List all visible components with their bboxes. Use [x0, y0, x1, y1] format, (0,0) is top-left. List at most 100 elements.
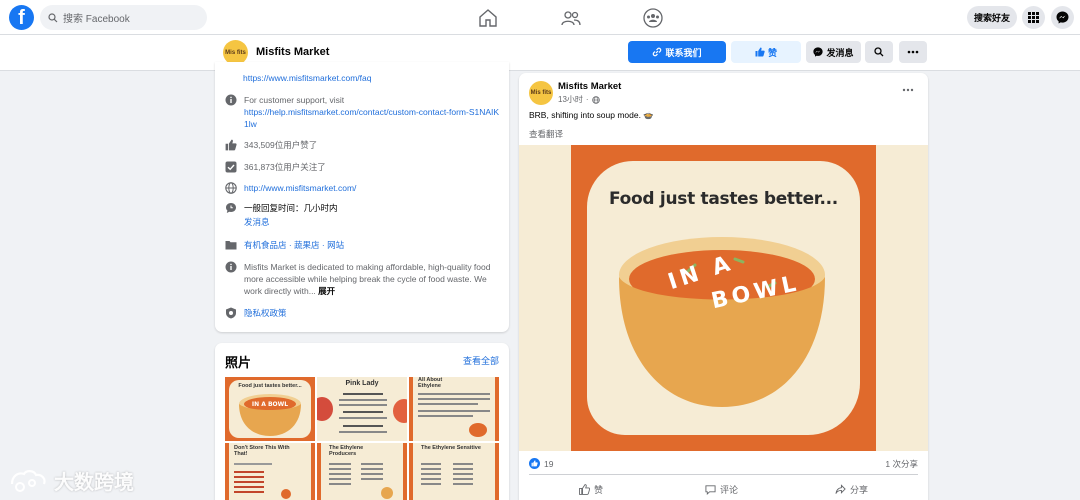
menu-button[interactable] [1022, 6, 1045, 29]
photo-tile[interactable]: All About Ethylene [409, 377, 499, 441]
messenger-icon [813, 47, 824, 57]
shield-icon [226, 307, 236, 319]
thumbs-up-icon [579, 484, 590, 495]
divider [529, 474, 918, 475]
search-input[interactable]: 搜索 Facebook [40, 5, 207, 30]
post-card: Mis fits Misfits Market 13小时 · BRB, shif… [519, 73, 928, 500]
response-time-row: 一般回复时间：几小时内 发消息 [225, 202, 338, 228]
likes-row: 343,509位用户赞了 [225, 139, 317, 151]
photo-tile[interactable]: Don't Store This With That! [225, 443, 315, 500]
post-author-name[interactable]: Misfits Market [558, 81, 621, 92]
see-all-photos-link[interactable]: 查看全部 [463, 354, 499, 367]
globe-icon [225, 182, 237, 194]
watermark-text: 大数跨境 [54, 472, 134, 494]
post-image[interactable]: Food just tastes better... IN A BOWL [519, 145, 928, 451]
photo-tile[interactable]: Food just tastes better... IN A BOWL [225, 377, 315, 441]
photo-tile[interactable]: Pink Lady [317, 377, 407, 441]
search-placeholder: 搜索 Facebook [63, 14, 130, 25]
post-comment-label: 评论 [720, 485, 739, 495]
about-card: https://www.misfitsmarket.com/faq For cu… [215, 62, 509, 332]
link-icon [653, 47, 662, 57]
post-like-button[interactable]: 赞 [579, 483, 603, 496]
thumbs-up-icon [755, 47, 765, 57]
messenger-icon [1056, 11, 1069, 24]
categories-row: 有机食品店 · 蔬果店 · 网站 [225, 239, 344, 251]
chat-clock-icon [226, 203, 236, 213]
page-search-button[interactable] [865, 41, 893, 63]
photo-tile-title: All About Ethylene [418, 377, 443, 389]
photo-tile-title: Food just tastes better... [238, 383, 302, 389]
more-options-button[interactable] [899, 41, 927, 63]
soup-bowl-thumbnail: IN A BOWL [239, 394, 301, 436]
post-like-label: 赞 [594, 485, 604, 495]
follow-check-icon [225, 161, 237, 173]
send-message-label: 发消息 [826, 47, 854, 58]
privacy-link[interactable]: 隐私权政策 [244, 307, 287, 319]
messenger-button[interactable] [1051, 6, 1074, 29]
support-row: For customer support, visit https://help… [225, 94, 501, 130]
page-header-bar: Mis fits Misfits Market 联系我们 赞 发消息 [0, 35, 1080, 71]
contact-us-label: 联系我们 [665, 47, 702, 58]
photo-tile-title: Don't Store This With That! [234, 445, 290, 457]
share-icon [835, 484, 846, 494]
reaction-count: 19 [544, 458, 554, 469]
like-reaction-icon [529, 458, 540, 469]
grid-menu-icon [1028, 12, 1039, 23]
photo-tile[interactable]: The Ethylene Sensitive [409, 443, 499, 500]
send-message-button[interactable]: 发消息 [806, 41, 861, 63]
follows-count: 361,873位用户关注了 [244, 162, 326, 172]
post-comment-button[interactable]: 评论 [705, 483, 738, 496]
image-headline: Food just tastes better... [609, 189, 838, 209]
contact-us-button[interactable]: 联系我们 [628, 41, 726, 63]
photo-tile[interactable]: The Ethylene Producers [317, 443, 407, 500]
post-time[interactable]: 13小时 [558, 94, 583, 105]
image-orange-frame: Food just tastes better... IN A BOWL [571, 145, 876, 451]
soup-bowl-illustration: IN A BOWL [619, 237, 825, 407]
support-text: For customer support, visit [244, 95, 345, 105]
description-row: Misfits Market is dedicated to making af… [225, 261, 501, 297]
post-more-icon[interactable] [902, 88, 914, 92]
find-friends-button[interactable]: 搜索好友 [967, 6, 1017, 29]
faq-row: https://www.misfitsmarket.com/faq [243, 72, 371, 84]
like-page-button[interactable]: 赞 [731, 41, 801, 63]
expand-link[interactable]: 展开 [318, 286, 335, 296]
response-time-text: 一般回复时间：几小时内 [244, 203, 338, 213]
info-icon [225, 94, 237, 106]
post-author-avatar[interactable]: Mis fits [529, 81, 553, 105]
post-meta: 13小时 · [558, 94, 600, 105]
watermark-logo-icon [10, 469, 46, 492]
website-link[interactable]: http://www.misfitsmarket.com/ [244, 182, 356, 194]
dot-separator: · [585, 95, 589, 104]
photo-tile-title: The Ethylene Sensitive [421, 445, 481, 451]
privacy-row: 隐私权政策 [225, 307, 287, 319]
website-row: http://www.misfitsmarket.com/ [225, 182, 356, 194]
globe-icon [591, 95, 600, 104]
more-horizontal-icon [907, 50, 919, 54]
svg-text:IN A BOWL: IN A BOWL [252, 401, 288, 408]
search-icon [48, 12, 58, 22]
post-share-label: 分享 [850, 485, 869, 495]
photos-title: 照片 [225, 355, 252, 370]
watermark: 大数跨境 [8, 466, 134, 495]
categories-links[interactable]: 有机食品店 · 蔬果店 · 网站 [244, 239, 344, 251]
support-link[interactable]: https://help.misfitsmarket.com/contact/c… [244, 106, 501, 130]
share-count[interactable]: 1 次分享 [885, 458, 918, 470]
photo-tile-title: Pink Lady [345, 380, 379, 387]
reactions-summary[interactable]: 19 [529, 458, 553, 469]
see-translation-link[interactable]: 查看翻译 [529, 128, 563, 140]
like-page-label: 赞 [767, 47, 777, 58]
facebook-logo[interactable]: f [9, 5, 34, 30]
page-title[interactable]: Misfits Market [256, 46, 329, 58]
post-share-button[interactable]: 分享 [835, 483, 868, 496]
send-message-link[interactable]: 发消息 [244, 216, 338, 228]
groups-icon[interactable] [642, 7, 664, 29]
top-navigation: f 搜索 Facebook 搜索好友 [0, 0, 1080, 35]
thumbs-up-icon [225, 139, 237, 151]
description-text: Misfits Market is dedicated to making af… [244, 262, 491, 296]
friends-icon[interactable] [560, 7, 582, 29]
likes-count: 343,509位用户赞了 [244, 140, 318, 150]
faq-link[interactable]: https://www.misfitsmarket.com/faq [243, 72, 371, 84]
home-icon[interactable] [477, 7, 499, 29]
folder-icon [225, 241, 237, 250]
info-icon [225, 261, 237, 273]
